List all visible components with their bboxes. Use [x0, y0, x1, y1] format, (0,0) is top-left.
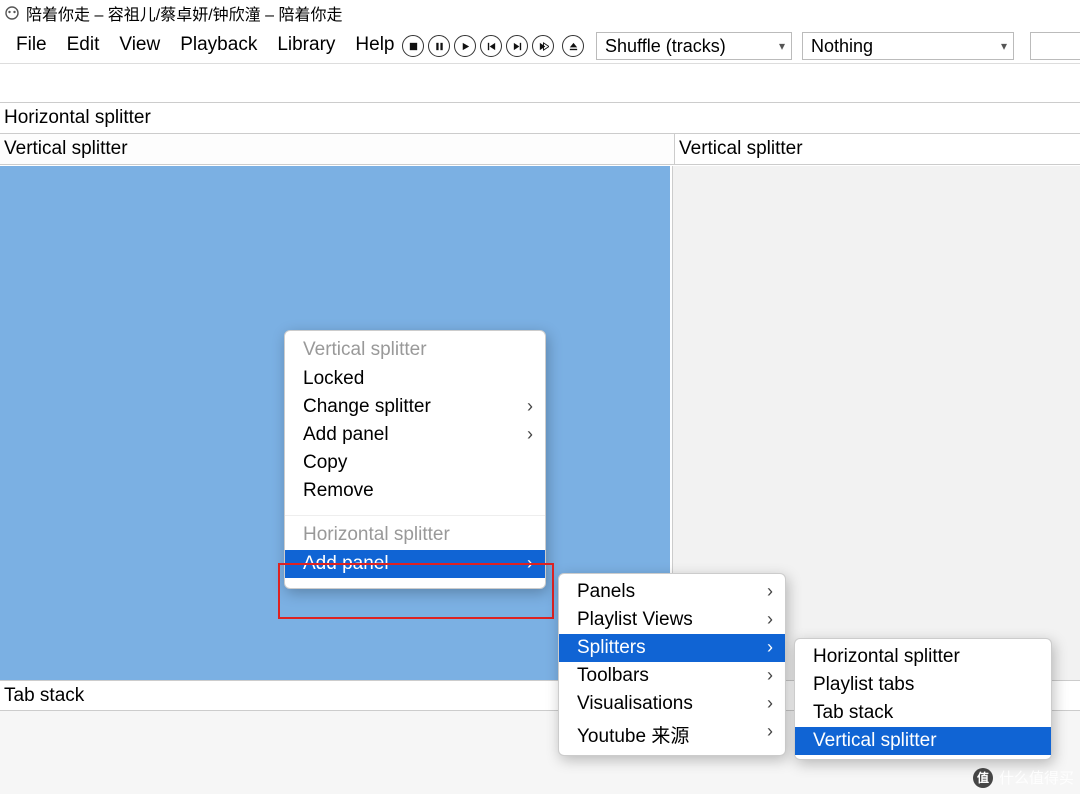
random-button[interactable] [532, 35, 554, 57]
menu-file[interactable]: File [6, 32, 57, 58]
split-item-horizontal[interactable]: Horizontal splitter [795, 643, 1051, 671]
ctx-item-locked[interactable]: Locked [285, 365, 545, 393]
playback-toolbar: Shuffle (tracks) ▾ Nothing ▾ [402, 32, 1080, 60]
vertical-splitter-header-left[interactable]: Vertical splitter [0, 134, 675, 164]
menu-playback[interactable]: Playback [170, 32, 267, 58]
menu-separator [285, 515, 545, 516]
ctx-item-copy[interactable]: Copy [285, 449, 545, 477]
app-icon [4, 5, 20, 21]
vsplit-left-label: Vertical splitter [4, 138, 128, 160]
watermark-text: 什么值得买 [999, 767, 1074, 788]
sub-item-playlist-views[interactable]: Playlist Views [559, 606, 785, 634]
play-button[interactable] [454, 35, 476, 57]
chevron-down-icon: ▾ [779, 39, 785, 53]
tabstack-label: Tab stack [4, 685, 84, 707]
menu-edit[interactable]: Edit [57, 32, 110, 58]
stop-button[interactable] [402, 35, 424, 57]
ctx-item-change-splitter[interactable]: Change splitter [285, 393, 545, 421]
watermark: 值 什么值得买 [973, 767, 1074, 788]
search-input[interactable] [1030, 32, 1080, 60]
menu-view[interactable]: View [109, 32, 170, 58]
chevron-down-icon: ▾ [1001, 39, 1007, 53]
vertical-splitter-header-right[interactable]: Vertical splitter [675, 134, 1080, 164]
menu-help[interactable]: Help [345, 32, 404, 58]
ctx-group-horizontal: Horizontal splitter [285, 520, 545, 550]
repeat-mode-value: Nothing [811, 36, 873, 57]
horizontal-splitter-header[interactable]: Horizontal splitter [0, 102, 1080, 134]
split-item-vertical[interactable]: Vertical splitter [795, 727, 1051, 755]
context-menu-splitter: Vertical splitter Locked Change splitter… [284, 330, 546, 589]
sub-item-toolbars[interactable]: Toolbars [559, 662, 785, 690]
window-title: 陪着你走 – 容祖儿/蔡卓妍/钟欣潼 – 陪着你走 [26, 1, 342, 25]
ctx-item-add-panel-h[interactable]: Add panel [285, 550, 545, 578]
hsplit-label: Horizontal splitter [4, 107, 151, 129]
sub-item-visualisations[interactable]: Visualisations [559, 690, 785, 718]
context-submenu-addpanel: Panels Playlist Views Splitters Toolbars… [558, 573, 786, 756]
vsplit-header-row: Vertical splitter Vertical splitter [0, 134, 1080, 164]
pause-button[interactable] [428, 35, 450, 57]
info-panel [0, 64, 1080, 102]
ctx-item-add-panel[interactable]: Add panel [285, 421, 545, 449]
vsplit-right-label: Vertical splitter [679, 138, 803, 160]
split-item-tab-stack[interactable]: Tab stack [795, 699, 1051, 727]
repeat-mode-combo[interactable]: Nothing ▾ [802, 32, 1014, 60]
playback-order-value: Shuffle (tracks) [605, 36, 726, 57]
split-item-playlist-tabs[interactable]: Playlist tabs [795, 671, 1051, 699]
window-titlebar: 陪着你走 – 容祖儿/蔡卓妍/钟欣潼 – 陪着你走 [0, 0, 1080, 26]
divider [0, 164, 1080, 165]
sub-item-panels[interactable]: Panels [559, 578, 785, 606]
ctx-item-remove[interactable]: Remove [285, 477, 545, 505]
prev-button[interactable] [480, 35, 502, 57]
watermark-icon: 值 [973, 768, 993, 788]
playback-order-combo[interactable]: Shuffle (tracks) ▾ [596, 32, 792, 60]
context-submenu-splitters: Horizontal splitter Playlist tabs Tab st… [794, 638, 1052, 760]
ctx-group-vertical: Vertical splitter [285, 335, 545, 365]
eject-button[interactable] [562, 35, 584, 57]
sub-item-youtube-source[interactable]: Youtube 来源 [559, 718, 785, 751]
sub-item-splitters[interactable]: Splitters [559, 634, 785, 662]
menu-library[interactable]: Library [267, 32, 345, 58]
next-button[interactable] [506, 35, 528, 57]
